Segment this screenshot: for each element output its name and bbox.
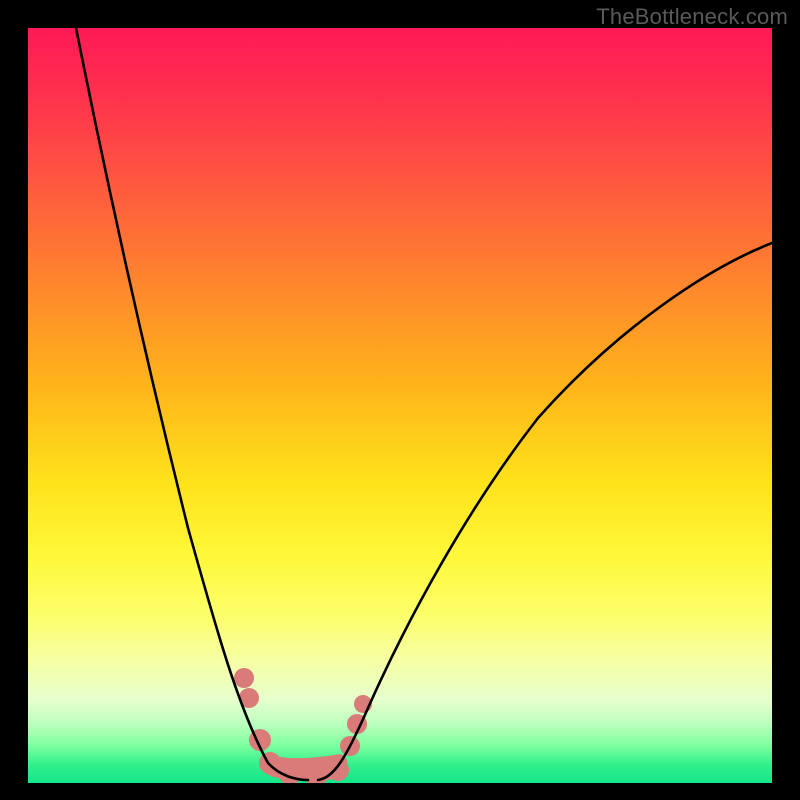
- marker-bead: [234, 668, 254, 688]
- chart-svg: [28, 28, 772, 783]
- marker-bead: [327, 759, 349, 781]
- plot-area: [28, 28, 772, 783]
- right-bottleneck-curve: [318, 243, 772, 780]
- chart-frame: TheBottleneck.com: [0, 0, 800, 800]
- watermark-text: TheBottleneck.com: [596, 4, 788, 30]
- left-bottleneck-curve: [76, 28, 308, 780]
